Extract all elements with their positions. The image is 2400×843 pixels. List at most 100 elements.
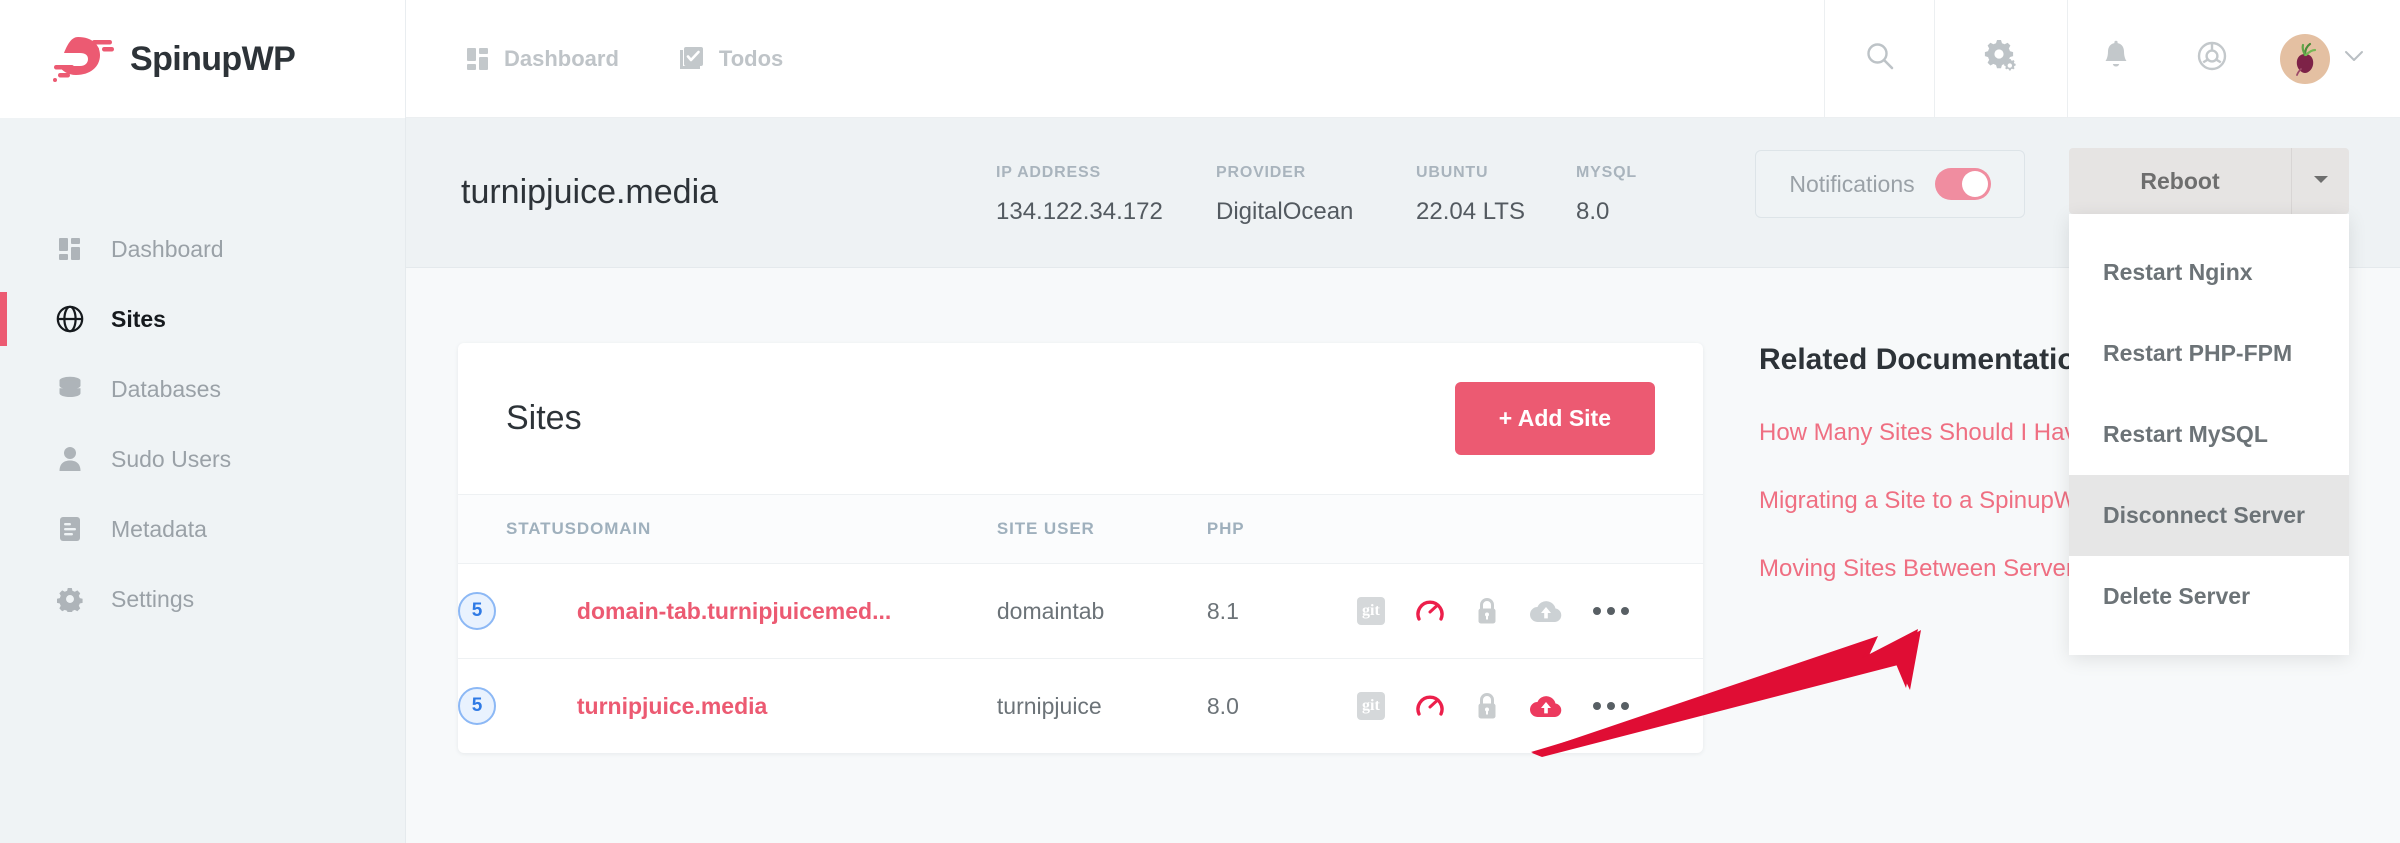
- reboot-dropdown-toggle[interactable]: [2291, 148, 2349, 214]
- cell-status: 5: [458, 564, 577, 659]
- sidebar-item-label: Sites: [111, 306, 166, 333]
- table-row[interactable]: 5 turnipjuice.media turnipjuice 8.0 git: [458, 659, 1703, 754]
- topnav-item-todos[interactable]: Todos: [679, 46, 783, 72]
- meta-value: 8.0: [1576, 198, 1696, 226]
- topbar-actions: [1824, 0, 2400, 117]
- menu-item-restart-nginx[interactable]: Restart Nginx: [2069, 232, 2349, 313]
- server-meta-provider: PROVIDER DigitalOcean: [1216, 160, 1416, 226]
- topnav-label: Dashboard: [504, 46, 619, 72]
- todos-checkbox-icon: [679, 46, 705, 72]
- menu-item-restart-php-fpm[interactable]: Restart PHP-FPM: [2069, 313, 2349, 394]
- sidebar: Dashboard Sites Databases: [0, 118, 406, 843]
- page-cache-gauge-icon[interactable]: [1415, 596, 1445, 626]
- sites-table-head: STATUS DOMAIN SITE USER PHP: [458, 495, 1703, 564]
- sites-table: STATUS DOMAIN SITE USER PHP 5 domain-tab…: [458, 495, 1703, 753]
- status-badge: 5: [458, 592, 496, 630]
- cell-site-user: domaintab: [997, 564, 1207, 659]
- meta-label: MYSQL: [1576, 164, 1696, 182]
- gear-icon: [1982, 37, 2020, 80]
- top-bar: Dashboard Todos: [406, 0, 2400, 118]
- site-domain-link[interactable]: domain-tab.turnipjuicemed...: [577, 598, 891, 624]
- meta-value: 134.122.34.172: [996, 198, 1216, 226]
- table-header-row: STATUS DOMAIN SITE USER PHP: [458, 495, 1703, 564]
- sidebar-item-label: Dashboard: [111, 236, 224, 263]
- chevron-down-icon: [2344, 49, 2364, 68]
- row-action-icons: git: [1357, 596, 1703, 626]
- notifications-button[interactable]: [2068, 0, 2164, 117]
- search-icon: [1864, 40, 1896, 77]
- row-more-actions-icon[interactable]: [1593, 702, 1629, 710]
- settings-button[interactable]: [1934, 0, 2068, 117]
- meta-label: UBUNTU: [1416, 164, 1576, 182]
- cell-domain: turnipjuice.media: [577, 659, 997, 754]
- reboot-dropdown-menu: Restart Nginx Restart PHP-FPM Restart My…: [2069, 214, 2349, 655]
- topnav-item-dashboard[interactable]: Dashboard: [466, 46, 619, 72]
- column-header-actions: [1357, 495, 1703, 564]
- sidebar-item-settings[interactable]: Settings: [0, 564, 405, 634]
- sites-card-header: Sites + Add Site: [458, 343, 1703, 495]
- sites-table-body: 5 domain-tab.turnipjuicemed... domaintab…: [458, 564, 1703, 754]
- backup-cloud-upload-icon[interactable]: [1529, 693, 1563, 719]
- notifications-toggle[interactable]: Notifications: [1755, 150, 2025, 218]
- status-badge: 5: [458, 687, 496, 725]
- toggle-switch[interactable]: [1935, 168, 1991, 200]
- search-button[interactable]: [1824, 0, 1934, 117]
- site-domain-link[interactable]: turnipjuice.media: [577, 693, 767, 719]
- sites-card: Sites + Add Site STATUS DOMAIN SITE USER…: [458, 343, 1703, 753]
- user-icon: [55, 446, 85, 472]
- topnav-label: Todos: [719, 46, 783, 72]
- top-nav: Dashboard Todos: [406, 0, 1824, 117]
- sidebar-item-databases[interactable]: Databases: [0, 354, 405, 424]
- ssl-lock-icon[interactable]: [1475, 692, 1499, 720]
- sidebar-item-label: Settings: [111, 586, 194, 613]
- menu-item-disconnect-server[interactable]: Disconnect Server: [2069, 475, 2349, 556]
- sidebar-item-label: Databases: [111, 376, 221, 403]
- sidebar-item-label: Sudo Users: [111, 446, 231, 473]
- lifebuoy-help-icon: [2196, 40, 2228, 77]
- cell-status: 5: [458, 659, 577, 754]
- sidebar-item-sites[interactable]: Sites: [0, 284, 405, 354]
- sidebar-item-metadata[interactable]: Metadata: [0, 494, 405, 564]
- git-icon[interactable]: git: [1357, 692, 1385, 720]
- database-icon: [55, 376, 85, 402]
- git-badge-label: git: [1357, 692, 1385, 720]
- sites-card-title: Sites: [506, 399, 582, 438]
- table-row[interactable]: 5 domain-tab.turnipjuicemed... domaintab…: [458, 564, 1703, 659]
- reboot-split-button: Reboot: [2069, 148, 2349, 214]
- cell-site-user: turnipjuice: [997, 659, 1207, 754]
- column-header-php: PHP: [1207, 495, 1357, 564]
- dashboard-grid-icon: [466, 47, 490, 71]
- cell-row-actions: git: [1357, 659, 1703, 754]
- menu-item-delete-server[interactable]: Delete Server: [2069, 556, 2349, 637]
- user-menu[interactable]: [2260, 0, 2400, 117]
- brand-name: SpinupWP: [130, 40, 295, 79]
- page-cache-gauge-icon[interactable]: [1415, 691, 1445, 721]
- meta-label: IP ADDRESS: [996, 164, 1216, 182]
- meta-value: DigitalOcean: [1216, 198, 1416, 226]
- column-header-status: STATUS: [458, 495, 577, 564]
- ssl-lock-icon[interactable]: [1475, 597, 1499, 625]
- menu-item-restart-mysql[interactable]: Restart MySQL: [2069, 394, 2349, 475]
- dashboard-grid-icon: [55, 237, 85, 261]
- bell-icon: [2101, 40, 2131, 77]
- column-header-site-user: SITE USER: [997, 495, 1207, 564]
- add-site-button[interactable]: + Add Site: [1455, 382, 1655, 455]
- reboot-button[interactable]: Reboot: [2069, 148, 2291, 214]
- cell-php: 8.0: [1207, 659, 1357, 754]
- meta-label: PROVIDER: [1216, 164, 1416, 182]
- server-meta-ip: IP ADDRESS 134.122.34.172: [996, 160, 1216, 226]
- spinupwp-logo-icon: [48, 33, 122, 85]
- cell-domain: domain-tab.turnipjuicemed...: [577, 564, 997, 659]
- backup-cloud-upload-icon[interactable]: [1529, 598, 1563, 624]
- sidebar-item-dashboard[interactable]: Dashboard: [0, 214, 405, 284]
- caret-down-icon: [2312, 172, 2330, 190]
- row-action-icons: git: [1357, 691, 1703, 721]
- git-icon[interactable]: git: [1357, 597, 1385, 625]
- document-lines-icon: [55, 516, 85, 542]
- sidebar-item-sudo-users[interactable]: Sudo Users: [0, 424, 405, 494]
- brand-logo[interactable]: SpinupWP: [0, 0, 406, 118]
- beet-avatar-icon: [2288, 42, 2322, 76]
- row-more-actions-icon[interactable]: [1593, 607, 1629, 615]
- server-meta-mysql: MYSQL 8.0: [1576, 160, 1696, 226]
- help-button[interactable]: [2164, 0, 2260, 117]
